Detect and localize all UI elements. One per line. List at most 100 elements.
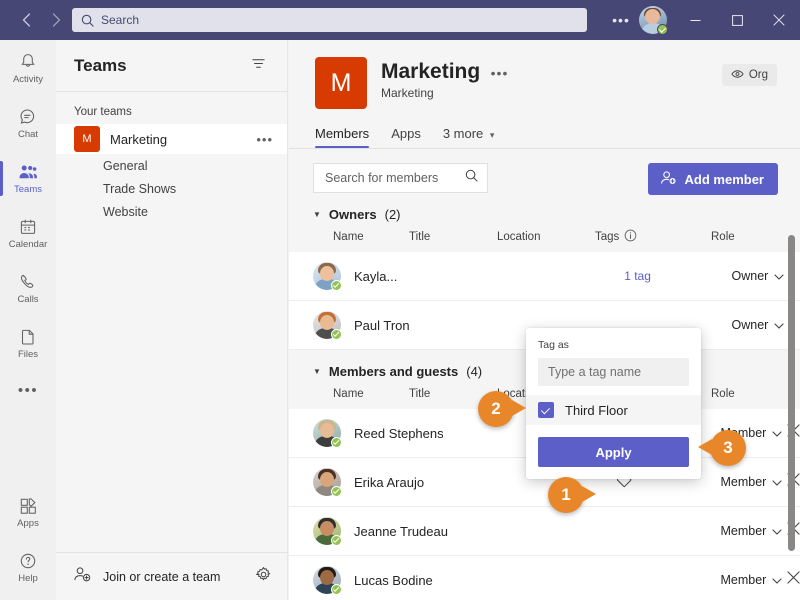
step-badge-2: 2: [478, 391, 526, 427]
rail-label-files: Files: [17, 349, 39, 360]
teams-icon: [19, 165, 37, 179]
teams-panel: Teams Your teams M Marketing ••• General…: [56, 40, 288, 600]
table-row[interactable]: Jeanne Trudeau Member: [289, 507, 800, 556]
titlebar-right: •••: [607, 0, 800, 40]
avatar[interactable]: [639, 6, 668, 35]
channel-item-trade-shows[interactable]: Trade Shows: [56, 177, 287, 200]
add-member-button[interactable]: Add member: [647, 163, 778, 195]
your-teams-label: Your teams: [74, 106, 132, 118]
tag-option-third-floor[interactable]: Third Floor: [526, 395, 701, 425]
rail-more-button[interactable]: •••: [0, 370, 56, 410]
member-role-dropdown[interactable]: Member: [721, 475, 787, 489]
column-name: Name: [333, 231, 364, 243]
chevron-down-icon: [774, 318, 784, 332]
table-row[interactable]: Kayla... 1 tag Owner: [289, 252, 800, 301]
add-person-icon: [660, 170, 677, 189]
member-name: Jeanne Trudeau: [354, 523, 448, 539]
gear-icon[interactable]: [255, 566, 272, 588]
apply-button[interactable]: Apply: [538, 437, 689, 467]
member-role-label: Member: [720, 524, 767, 538]
column-title: Title: [409, 231, 431, 243]
tag-name-placeholder: Type a tag name: [548, 365, 642, 379]
titlebar-more-button[interactable]: •••: [607, 6, 635, 34]
section-owners-count: (2): [384, 207, 401, 222]
bell-icon: [21, 54, 35, 67]
rail-item-chat[interactable]: Chat: [0, 97, 56, 150]
chevron-down-icon: [772, 475, 782, 489]
avatar: [313, 311, 342, 340]
column-tags-label: Tags: [595, 231, 620, 243]
help-icon: [20, 553, 36, 569]
presence-indicator: [331, 329, 342, 340]
avatar: [313, 419, 342, 448]
chevron-down-icon: ▼: [313, 367, 321, 376]
rail-item-files[interactable]: Files: [0, 317, 56, 370]
chevron-down-icon: [772, 426, 782, 440]
org-badge[interactable]: Org: [721, 64, 777, 86]
search-placeholder: Search: [101, 13, 140, 27]
maximize-button[interactable]: [716, 0, 758, 40]
team-title: Marketing: [381, 60, 481, 83]
search-icon: [81, 14, 94, 27]
calendar-icon: [20, 219, 36, 234]
search-input[interactable]: Search: [72, 8, 587, 32]
tag-name-input[interactable]: Type a tag name: [538, 358, 689, 386]
member-role-dropdown[interactable]: Member: [721, 573, 787, 587]
avatar: [313, 468, 342, 497]
column-name: Name: [333, 388, 364, 400]
step-badge-3: 3: [698, 430, 746, 466]
column-role: Role: [711, 231, 735, 243]
tab-members[interactable]: Members: [315, 126, 370, 148]
section-members-label: Members and guests: [328, 364, 459, 379]
table-row[interactable]: Lucas Bodine Member: [289, 556, 800, 600]
rail-item-activity[interactable]: Activity: [0, 42, 56, 95]
member-name: Erika Araujo: [354, 474, 425, 490]
rail-label-teams: Teams: [14, 184, 42, 195]
back-icon[interactable]: [12, 6, 40, 34]
avatar: [313, 566, 342, 595]
close-button[interactable]: [758, 0, 800, 40]
section-members-count: (4): [466, 364, 483, 379]
rail-item-help[interactable]: Help: [0, 541, 56, 594]
info-icon[interactable]: [624, 229, 637, 245]
step-badge-1: 1: [548, 477, 596, 513]
rail-item-apps[interactable]: Apps: [0, 486, 56, 539]
rail-item-calendar[interactable]: Calendar: [0, 207, 56, 260]
member-name: Kayla...: [354, 268, 398, 284]
section-owners[interactable]: ▼ Owners (2): [289, 193, 800, 222]
presence-indicator: [331, 280, 342, 291]
join-or-create-team-button[interactable]: Join or create a team: [103, 570, 244, 584]
minimize-button[interactable]: [674, 0, 716, 40]
channel-item-general[interactable]: General: [56, 154, 287, 177]
rail-label-apps: Apps: [17, 518, 39, 529]
tag-checkbox[interactable]: [538, 402, 554, 418]
channel-item-website[interactable]: Website: [56, 200, 287, 223]
rail-item-calls[interactable]: Calls: [0, 262, 56, 315]
forward-icon[interactable]: [42, 6, 70, 34]
member-tags-link[interactable]: 1 tag: [624, 269, 731, 283]
tab-bar: Members Apps 3 more ▾: [289, 109, 800, 149]
team-item-marketing[interactable]: M Marketing •••: [56, 124, 287, 154]
team-subtitle: Marketing: [381, 86, 434, 100]
app-rail: Activity Chat Teams Calendar Calls Files…: [0, 40, 56, 600]
scrollbar[interactable]: [788, 235, 795, 600]
member-search-input[interactable]: Search for members: [313, 163, 488, 193]
rail-label-calls: Calls: [17, 294, 39, 305]
member-name: Paul Tron: [354, 317, 410, 333]
member-role-label: Owner: [731, 318, 769, 332]
member-name: Lucas Bodine: [354, 572, 433, 588]
team-options-button[interactable]: •••: [491, 65, 509, 81]
members-toolbar: Search for members Add member: [289, 149, 800, 195]
team-header-text: Marketing ••• Marketing: [381, 57, 508, 100]
chevron-down-icon: ▼: [313, 210, 321, 219]
member-role-dropdown[interactable]: Member: [721, 524, 787, 538]
member-name: Reed Stephens: [354, 425, 444, 441]
team-more-button[interactable]: •••: [256, 132, 273, 147]
filter-icon[interactable]: [247, 52, 270, 80]
tab-more[interactable]: 3 more ▾: [443, 126, 495, 148]
rail-label-activity: Activity: [12, 74, 44, 85]
rail-item-teams[interactable]: Teams: [0, 152, 56, 205]
tab-apps[interactable]: Apps: [391, 126, 421, 148]
org-badge-label: Org: [748, 69, 768, 81]
scrollbar-thumb[interactable]: [788, 235, 795, 551]
